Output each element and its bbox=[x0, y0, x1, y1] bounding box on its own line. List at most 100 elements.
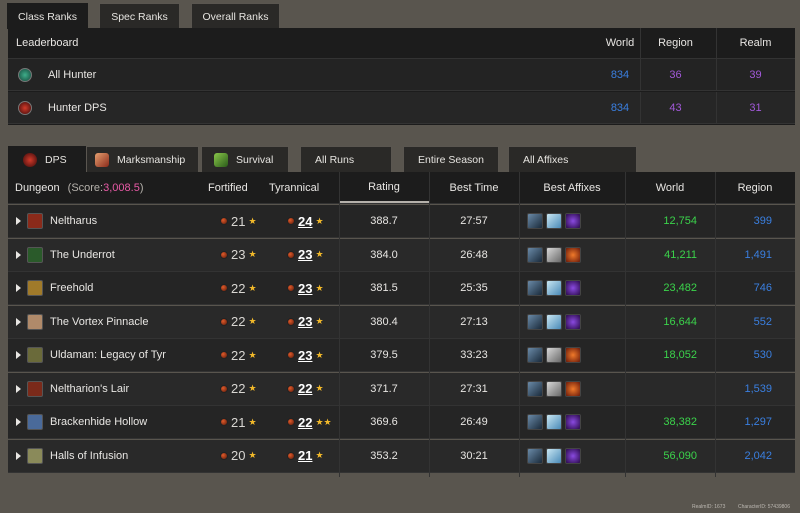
dungeon-row[interactable]: Brackenhide Hollow 21 ★ 22 ★★ 369.6 26:49 38,38… bbox=[8, 406, 795, 439]
affix-1-icon[interactable] bbox=[527, 380, 543, 397]
affix-5-icon[interactable] bbox=[565, 246, 581, 263]
dungeon-name[interactable]: Neltharus bbox=[50, 205, 97, 237]
best-time-value: 25:35 bbox=[460, 282, 488, 294]
affix-3-icon[interactable] bbox=[565, 414, 581, 430]
affix-5-icon[interactable] bbox=[565, 347, 581, 363]
affix-2-icon[interactable] bbox=[546, 313, 562, 330]
affix-1-icon[interactable] bbox=[527, 213, 543, 229]
dungeon-name[interactable]: Uldaman: Legacy of Tyr bbox=[50, 339, 166, 371]
expand-caret-icon[interactable] bbox=[16, 250, 21, 259]
rating-value: 379.5 bbox=[370, 349, 398, 361]
tab-label: Entire Season bbox=[418, 154, 484, 166]
affix-3-icon[interactable] bbox=[565, 213, 581, 229]
tyrannical-level: 21 bbox=[298, 448, 313, 463]
survival-icon bbox=[214, 153, 228, 167]
dungeon-icon bbox=[27, 347, 43, 363]
expand-caret-icon[interactable] bbox=[16, 217, 21, 225]
affix-1-icon[interactable] bbox=[527, 313, 543, 330]
rating-header[interactable]: Rating bbox=[339, 172, 429, 203]
filter-all-affixes[interactable]: All Affixes bbox=[508, 146, 637, 173]
realm-rank: 31 bbox=[716, 92, 794, 123]
dungeon-row[interactable]: The Vortex Pinnacle 22 ★ 23 ★ 380.4 27:13 16,64… bbox=[8, 305, 795, 339]
world-rank: 18,052 bbox=[663, 349, 697, 361]
dungeon-name[interactable]: Neltharion's Lair bbox=[50, 373, 129, 405]
tyrannical-stars: ★ bbox=[315, 282, 324, 293]
affix-2-icon[interactable] bbox=[546, 414, 562, 430]
tyrannical-header[interactable]: Tyrannical bbox=[269, 172, 319, 203]
fortified-stars: ★ bbox=[248, 249, 257, 259]
dungeon-icon bbox=[27, 246, 43, 263]
tyrannical-level: 22 bbox=[298, 414, 313, 430]
tab-overall-ranks[interactable]: Overall Ranks bbox=[191, 3, 280, 29]
expand-caret-icon[interactable] bbox=[16, 317, 21, 326]
expand-caret-icon[interactable] bbox=[16, 384, 21, 393]
dungeon-name[interactable]: Brackenhide Hollow bbox=[50, 406, 147, 438]
dungeon-row[interactable]: Uldaman: Legacy of Tyr 22 ★ 23 ★ 379.5 33:23 18… bbox=[8, 339, 795, 372]
affix-4-icon[interactable] bbox=[546, 380, 562, 397]
best-time-value: 30:21 bbox=[460, 449, 488, 462]
affix-1-icon[interactable] bbox=[527, 347, 543, 363]
filter-all-runs[interactable]: All Runs bbox=[300, 146, 392, 173]
dungeon-table-header: Dungeon (Score: 3,008.5 ) Fortified Tyra… bbox=[8, 172, 795, 204]
fortified-stars: ★ bbox=[248, 450, 257, 460]
leaderboard-title: Leaderboard bbox=[16, 37, 79, 49]
realm-header: Realm bbox=[716, 28, 794, 58]
keystone-icon bbox=[220, 317, 228, 326]
fortified-stars: ★ bbox=[248, 383, 257, 393]
expand-caret-icon[interactable] bbox=[16, 418, 21, 426]
dungeon-name[interactable]: The Vortex Pinnacle bbox=[50, 306, 148, 338]
leaderboard-row[interactable]: All Hunter 834 36 39 bbox=[8, 59, 795, 91]
affix-1-icon[interactable] bbox=[527, 280, 543, 296]
dungeon-name[interactable]: Halls of Infusion bbox=[50, 440, 128, 472]
affix-4-icon[interactable] bbox=[546, 246, 562, 263]
region-rank: 746 bbox=[753, 282, 772, 294]
dungeon-name[interactable]: The Underrot bbox=[50, 239, 115, 271]
region-header[interactable]: Region bbox=[715, 172, 795, 203]
affix-1-icon[interactable] bbox=[527, 447, 543, 464]
dungeon-row[interactable]: Neltharus 21 ★ 24 ★ 388.7 27:57 12,754 399 bbox=[8, 205, 795, 238]
leaderboard-row[interactable]: Hunter DPS 834 43 31 bbox=[8, 92, 795, 124]
dungeon-row[interactable]: Neltharion's Lair 22 ★ 22 ★ 371.7 27:31 1,539 bbox=[8, 372, 795, 406]
keystone-icon bbox=[287, 317, 295, 326]
fortified-header[interactable]: Fortified bbox=[208, 172, 248, 203]
tab-label: Marksmanship bbox=[117, 154, 186, 166]
affix-5-icon[interactable] bbox=[565, 380, 581, 397]
fortified-stars: ★ bbox=[248, 316, 257, 326]
rating-value: 388.7 bbox=[370, 215, 398, 227]
keystone-icon bbox=[220, 418, 228, 426]
affix-3-icon[interactable] bbox=[565, 280, 581, 296]
dungeon-row[interactable]: Halls of Infusion 20 ★ 21 ★ 353.2 30:21 56,090 2… bbox=[8, 439, 795, 473]
affix-2-icon[interactable] bbox=[546, 447, 562, 464]
affix-4-icon[interactable] bbox=[546, 347, 562, 363]
world-rank: 41,211 bbox=[664, 248, 697, 261]
tab-dps[interactable]: DPS bbox=[8, 146, 86, 173]
tab-spec-ranks[interactable]: Spec Ranks bbox=[99, 3, 180, 29]
expand-caret-icon[interactable] bbox=[16, 284, 21, 292]
dps-icon bbox=[23, 153, 37, 167]
filter-entire-season[interactable]: Entire Season bbox=[403, 146, 499, 173]
tab-survival[interactable]: Survival bbox=[201, 146, 289, 173]
affix-group bbox=[527, 373, 584, 405]
column-divider bbox=[429, 172, 430, 477]
dungeon-row[interactable]: Freehold 22 ★ 23 ★ 381.5 25:35 23,482 746 bbox=[8, 272, 795, 305]
best-time-header[interactable]: Best Time bbox=[429, 172, 519, 203]
column-divider bbox=[625, 172, 626, 477]
expand-caret-icon[interactable] bbox=[16, 351, 21, 359]
keystone-icon bbox=[220, 351, 228, 359]
affix-1-icon[interactable] bbox=[527, 246, 543, 263]
expand-caret-icon[interactable] bbox=[16, 451, 21, 460]
tab-marksmanship[interactable]: Marksmanship bbox=[86, 146, 199, 173]
tab-label: Overall Ranks bbox=[202, 10, 269, 23]
dungeon-row[interactable]: The Underrot 23 ★ 23 ★ 384.0 26:48 41,211 1,491 bbox=[8, 238, 795, 272]
dungeon-icon bbox=[27, 414, 43, 430]
world-header[interactable]: World bbox=[625, 172, 715, 203]
affix-2-icon[interactable] bbox=[546, 213, 562, 229]
affix-1-icon[interactable] bbox=[527, 414, 543, 430]
affix-3-icon[interactable] bbox=[565, 447, 581, 464]
tab-label: Class Ranks bbox=[18, 10, 77, 23]
dungeon-name[interactable]: Freehold bbox=[50, 272, 93, 304]
affix-2-icon[interactable] bbox=[546, 280, 562, 296]
tab-class-ranks[interactable]: Class Ranks bbox=[7, 3, 88, 29]
keystone-icon bbox=[220, 217, 228, 225]
affix-3-icon[interactable] bbox=[565, 313, 581, 330]
